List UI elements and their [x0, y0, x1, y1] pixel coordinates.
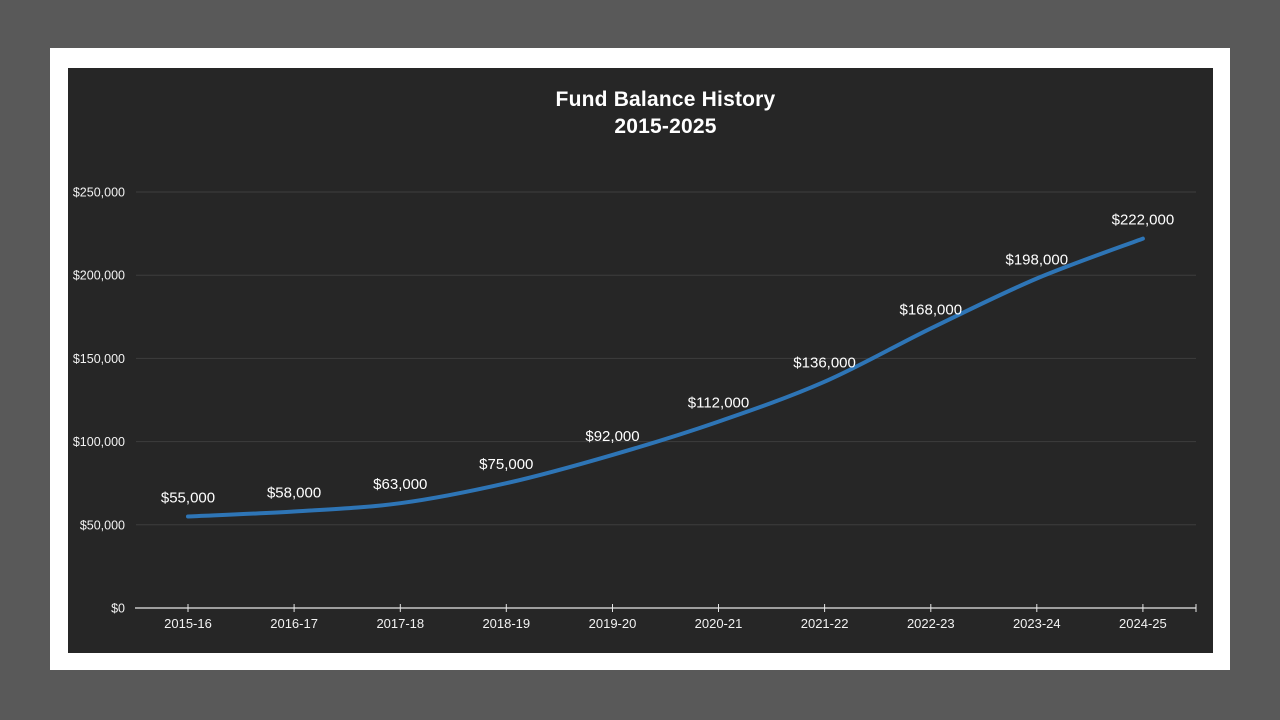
x-axis-label: 2016-17 — [270, 616, 318, 631]
data-label: $112,000 — [688, 395, 749, 412]
y-axis-label: $50,000 — [80, 518, 125, 532]
data-label: $92,000 — [585, 428, 639, 445]
x-axis-label: 2023-24 — [1013, 616, 1061, 631]
y-axis-label: $0 — [111, 602, 125, 616]
x-axis-label: 2024-25 — [1119, 616, 1167, 631]
y-axis-label: $200,000 — [73, 269, 125, 283]
y-axis-label: $150,000 — [73, 352, 125, 366]
y-axis-label: $100,000 — [73, 435, 125, 449]
fund-balance-series-line — [188, 239, 1143, 517]
data-label: $58,000 — [267, 485, 321, 502]
chart-subtitle: 2015-2025 — [135, 113, 1196, 140]
data-label: $63,000 — [373, 476, 427, 493]
chart-title: Fund Balance History — [135, 86, 1196, 113]
data-label: $55,000 — [161, 490, 215, 507]
fund-balance-line-chart: $0 $50,000 $100,000 $150,000 $200,000 $250,00… — [68, 68, 1213, 653]
x-axis-label: 2017-18 — [376, 616, 424, 631]
x-axis-label: 2020-21 — [695, 616, 743, 631]
x-axis-label: 2015-16 — [164, 616, 212, 631]
data-label: $75,000 — [479, 456, 533, 473]
data-label: $222,000 — [1112, 212, 1175, 229]
y-axis-label: $250,000 — [73, 186, 125, 200]
x-axis-label: 2021-22 — [801, 616, 849, 631]
x-axis-label: 2019-20 — [589, 616, 637, 631]
presentation-slide-view: { "colors": { "page_background": "#59595… — [0, 0, 1280, 720]
data-label: $136,000 — [793, 355, 856, 372]
x-axis-label: 2022-23 — [907, 616, 955, 631]
data-label: $168,000 — [900, 301, 963, 318]
chart-title-block: Fund Balance History 2015-2025 — [135, 86, 1196, 140]
x-axis-label: 2018-19 — [482, 616, 530, 631]
data-label: $198,000 — [1006, 252, 1069, 269]
